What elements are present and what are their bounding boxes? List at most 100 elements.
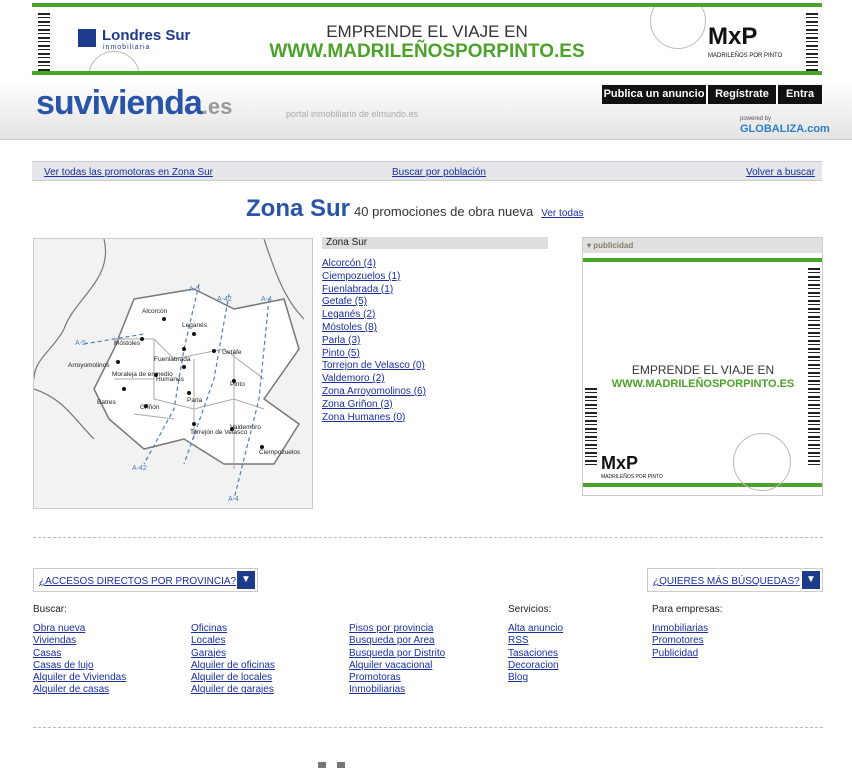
site-tagline: portal inmobiliario de elmundo.es [286,109,419,119]
footer-link[interactable]: Obra nueva [33,623,126,635]
zone-link[interactable]: Pinto (5) [322,348,548,361]
list-item: Alcorcón (4) [322,258,548,271]
mxp-logo: MxP [708,23,758,50]
zone-map-svg: A-5 A-42 A-4 A-5 A-42 A-4 Alcorcón Legan… [34,239,305,503]
zone-title-block: Zona Sur 40 promociones de obra nueva Ver … [246,195,584,223]
more-searches-label[interactable]: ¿QUIERES MÁS BÚSQUEDAS? [653,576,800,587]
zone-link[interactable]: Parla (3) [322,335,548,348]
business-link[interactable]: Inmobiliarias [652,623,723,635]
footer-icon[interactable] [337,762,345,768]
footer-icon[interactable] [318,762,326,768]
footer-link[interactable]: Inmobiliarias [349,684,445,696]
page-title: Zona Sur [246,195,351,222]
services-label: Servicios: [508,604,552,615]
footer-link[interactable]: Alquiler vacacional [349,660,445,672]
list-item: Fuenlabrada (1) [322,284,548,297]
mxp-subtitle: MADRILEÑOS POR PINTO [601,474,663,480]
service-link[interactable]: Alta anuncio [508,623,563,635]
barcode-graphic-right [806,13,818,71]
footer-link[interactable]: Alquiler de Viviendas [33,672,126,684]
publish-ad-button[interactable]: Publica un anuncio [602,85,707,104]
list-item: Valdemoro (2) [322,373,548,386]
service-link[interactable]: Blog [508,672,563,684]
ad-box[interactable]: ▾ publicidad EMPRENDE EL VIAJE EN WWW.MA… [582,237,823,496]
business-label: Para empresas: [652,604,723,615]
links-col-2: Oficinas Locales Garajes Alquiler de oficin… [191,604,275,697]
mxp-logo: MxP [601,453,639,473]
town-label: Griñón [140,404,160,411]
footer-link[interactable]: Busqueda por Area [349,635,445,647]
footer-link[interactable]: Alquiler de locales [191,672,275,684]
ad-bottom-stripe [583,483,822,487]
zone-list-items: Alcorcón (4) Ciempozuelos (1) Fuenlabrada … [322,258,548,424]
footer-link[interactable]: Viviendas [33,635,126,647]
zone-link[interactable]: Alcorcón (4) [322,258,548,271]
service-link[interactable]: Tasaciones [508,648,563,660]
zone-link[interactable]: Leganés (2) [322,309,548,322]
footer-link[interactable]: Garajes [191,648,275,660]
register-button[interactable]: Regístrate [708,85,777,104]
service-link[interactable]: Decoracion [508,660,563,672]
login-button[interactable]: Entra [778,85,823,104]
footer-link[interactable]: Alquiler de oficinas [191,660,275,672]
town-label: Alcorcón [142,308,168,315]
zone-link[interactable]: Zona Arroyomolinos (6) [322,386,548,399]
top-ad-banner[interactable]: Londres Sur inmobiliaria EMPRENDE EL VIA… [32,3,822,75]
all-promoters-link[interactable]: Ver todas las promotoras en Zona Sur [44,167,213,178]
town-label: Ciempozuelos [259,449,301,456]
footer-link[interactable]: Casas de lujo [33,660,126,672]
divider [33,537,823,538]
view-all-link[interactable]: Ver todas [541,208,583,219]
list-item: Zona Griñon (3) [322,399,548,412]
links-col-3: Pisos por provincia Busqueda por Area Busq… [349,604,445,697]
zone-link[interactable]: Móstoles (8) [322,322,548,335]
footer-link[interactable]: Pisos por provincia [349,623,445,635]
business-col: Para empresas: Inmobiliarias Promotores Pub… [652,604,723,660]
zone-link[interactable]: Zona Griñon (3) [322,399,548,412]
links-col-1: Buscar: Obra nueva Viviendas Casas Casas de … [33,604,126,697]
back-to-search-link[interactable]: Volver a buscar [746,167,815,178]
footer-link[interactable]: Oficinas [191,623,275,635]
zone-link[interactable]: Fuenlabrada (1) [322,284,548,297]
ad-line2: WWW.MADRILEÑOSPORPINTO.ES [611,378,795,390]
footer-link[interactable]: Alquiler de casas [33,684,126,696]
list-item: Torrejon de Velasco (0) [322,360,548,373]
londres-sur-subtitle: inmobiliaria [103,44,151,51]
services-col: Servicios: Alta anuncio RSS Tasaciones Decor… [508,604,563,684]
promotion-count: 40 promociones de obra nueva [354,204,534,219]
zone-link[interactable]: Getafe (5) [322,296,548,309]
footer-link[interactable]: Alquiler de garajes [191,684,275,696]
province-access-dropdown[interactable]: ¿ACCESOS DIRECTOS POR PROVINCIA? ▼ [33,568,258,592]
zone-map[interactable]: A-5 A-42 A-4 A-5 A-42 A-4 Alcorcón Legan… [33,238,313,509]
chevron-down-icon[interactable]: ▼ [237,571,255,589]
business-link[interactable]: Publicidad [652,648,723,660]
search-by-town-link[interactable]: Buscar por población [392,167,486,178]
zone-link[interactable]: Torrejon de Velasco (0) [322,360,548,373]
footer-link[interactable]: Locales [191,635,275,647]
footer-link[interactable]: Busqueda por Distrito [349,648,445,660]
service-link[interactable]: RSS [508,635,563,647]
londres-sur-logo: Londres Sur [102,27,191,44]
footer-link[interactable]: Casas [33,648,126,660]
suvivienda-logo[interactable]: suvivienda.es [36,84,232,123]
sub-navigation: Ver todas las promotoras en Zona Sur Bus… [32,161,822,181]
londres-sur-logo-icon [78,29,96,47]
province-access-label[interactable]: ¿ACCESOS DIRECTOS POR PROVINCIA? [39,576,236,587]
banner-line2: WWW.MADRILEÑOSPORPINTO.ES [269,41,585,62]
business-link[interactable]: Promotores [652,635,723,647]
zone-link[interactable]: Ciempozuelos (1) [322,271,548,284]
divider [33,727,823,728]
mxp-subtitle: MADRILEÑOS POR PINTO [708,53,783,59]
more-searches-dropdown[interactable]: ¿QUIERES MÁS BÚSQUEDAS? ▼ [647,568,823,592]
banner-line1: EMPRENDE EL VIAJE EN [326,22,528,41]
footer-link[interactable]: Promotoras [349,672,445,684]
town-label: Valdemoro [230,424,261,431]
chevron-down-icon[interactable]: ▼ [802,571,820,589]
zone-link[interactable]: Zona Humanes (0) [322,412,548,425]
town-label: Móstoles [114,340,141,347]
ad-top-stripe [583,258,822,262]
spacer-label [191,604,275,615]
globaliza-logo[interactable]: powered by GLOBALIZA.com [740,114,830,135]
road-label: A-42 [217,296,232,303]
zone-link[interactable]: Valdemoro (2) [322,373,548,386]
